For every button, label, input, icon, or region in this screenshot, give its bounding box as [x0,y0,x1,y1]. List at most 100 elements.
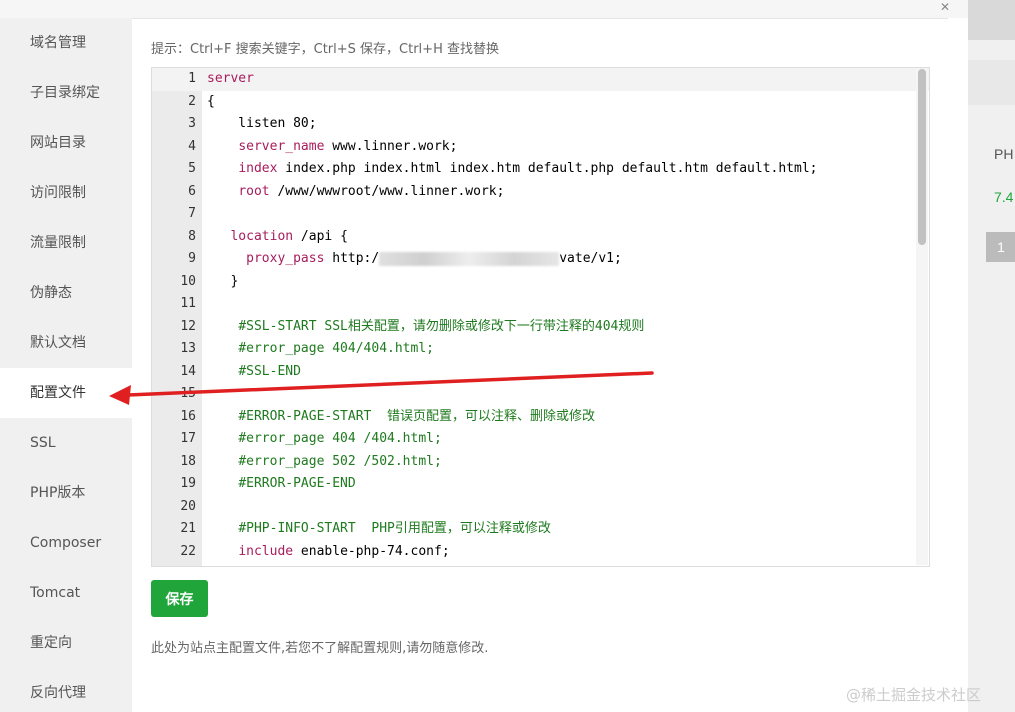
code-text: index index.php index.html index.htm def… [207,158,818,181]
line-number: 22 [180,543,196,559]
sidebar-item-5[interactable]: 流量限制 [0,218,132,268]
sidebar-item-3[interactable]: 网站目录 [0,118,132,168]
code-token: index [238,161,278,176]
code-text: server_name www.linner.work; [207,136,457,159]
code-token: #SSL-START SSL相关配置，请勿删除或修改下一行带注释的404规则 [238,318,645,334]
code-line: 1 server [152,68,929,91]
background-topbar [968,0,1015,40]
code-line: 2{ [152,91,929,114]
modal-titlebar: ✕ [0,0,968,19]
code-line: 11 [152,293,929,316]
sidebar-item-2[interactable]: 子目录绑定 [0,68,132,118]
editor-scrollbar[interactable] [916,69,928,565]
sidebar-item-10[interactable]: PHP版本 [0,468,132,518]
code-line: 9 proxy_pass http:/ vate/v1; [152,248,929,271]
watermark: @稀土掘金技术社区 [846,686,982,704]
shortcut-tip: 提示：Ctrl+F 搜索关键字，Ctrl+S 保存，Ctrl+H 查找替换 [151,42,499,57]
close-icon[interactable]: ✕ [940,0,950,14]
background-page: PH 7.4 1 [968,0,1015,712]
code-lines: 1 server 2{3 listen 80; 4 server_name www.l… [152,68,929,563]
line-number: 7 [188,206,196,221]
sidebar-item-12[interactable]: Tomcat [0,568,132,618]
line-number: 10 [180,273,196,289]
line-number: 9 [188,251,196,266]
code-token: /www/wwwroot/www.linner.work; [269,183,505,199]
code-token: #ERROR-PAGE-END [238,476,356,491]
code-token: location [230,228,294,244]
sidebar-item-1[interactable]: 域名管理 [0,18,132,68]
line-number: 1 [188,71,196,86]
code-text: { [207,91,215,114]
code-line: 4 server_name www.linner.work; [152,136,929,159]
code-token: root [238,183,270,199]
code-token: enable-php-74.conf; [293,543,450,559]
code-text: root /www/wwwroot/www.linner.work; [207,181,504,204]
code-text: #SSL-END [207,361,301,384]
code-token: #PHP-INFO-START PHP引用配置，可以注释或修改 [238,521,551,536]
code-token: include [238,543,294,559]
code-line: 6 root /www/wwwroot/www.linner.work; [152,181,929,204]
line-number: 17 [180,431,196,446]
sidebar-item-14[interactable]: 反向代理 [0,668,132,712]
code-token: index.php index.html index.htm default.p… [277,161,818,176]
code-text: location /api { [207,226,348,249]
code-text: include enable-php-74.conf; [207,541,450,564]
line-number: 20 [180,498,196,514]
code-token: #error_page 404/404.html; [238,341,434,356]
background-page-number[interactable]: 1 [986,232,1015,262]
background-php-version: 7.4 [994,189,1014,205]
line-number: 11 [180,296,196,311]
config-editor[interactable]: 1 server 2{3 listen 80; 4 server_name www.l… [151,67,930,567]
line-number: 8 [188,228,196,244]
sidebar-item-7[interactable]: 默认文档 [0,318,132,368]
sidebar-item-8[interactable]: 配置文件 [0,368,132,418]
code-text: #ERROR-PAGE-END [207,473,356,496]
line-number: 12 [180,318,196,334]
code-line: 22 include enable-php-74.conf; [152,541,929,564]
code-line: 16 #ERROR-PAGE-START 错误页配置，可以注释、删除或修改 [152,406,929,429]
editor-scrollbar-thumb[interactable] [918,69,926,245]
code-token: listen 80; [207,116,317,131]
sidebar-item-13[interactable]: 重定向 [0,618,132,668]
sidebar-item-4[interactable]: 访问限制 [0,168,132,218]
code-token: #error_page 404 /404.html; [238,431,442,446]
sidebar-item-9[interactable]: SSL [0,418,132,468]
code-line: 13 #error_page 404/404.html; [152,338,929,361]
sidebar-item-11[interactable]: Composer [0,518,132,568]
code-line: 5 index index.php index.html index.htm d… [152,158,929,181]
code-token: #error_page 502 /502.html; [238,453,442,469]
code-line: 8 location /api { [152,226,929,249]
code-token: proxy_pass [246,251,325,266]
code-line: 20 [152,496,929,519]
sidebar: 域名管理 子目录绑定 网站目录 访问限制 流量限制 伪静态 默认文档 配置文件 SSL PHP版本… [0,18,132,712]
line-number: 13 [180,341,196,356]
code-token: server_name [238,138,325,154]
code-token: #SSL-END [238,363,301,379]
line-number: 6 [188,183,196,199]
code-line: 7 [152,203,929,226]
code-line: 12 #SSL-START SSL相关配置，请勿删除或修改下一行带注释的404规… [152,316,929,339]
redacted-url [379,251,560,266]
code-text: server [207,68,254,91]
save-button[interactable]: 保存 [151,580,208,617]
code-token: server [207,71,254,86]
code-token: /api { [293,228,348,244]
code-text: } [207,271,238,294]
code-token: } [207,273,239,289]
sidebar-item-6[interactable]: 伪静态 [0,268,132,318]
code-text: #PHP-INFO-START PHP引用配置，可以注释或修改 [207,518,551,541]
line-number: 21 [180,521,196,536]
line-number: 2 [188,93,196,109]
code-token: www.linner.work; [324,138,458,154]
code-text: #error_page 404/404.html; [207,338,434,361]
